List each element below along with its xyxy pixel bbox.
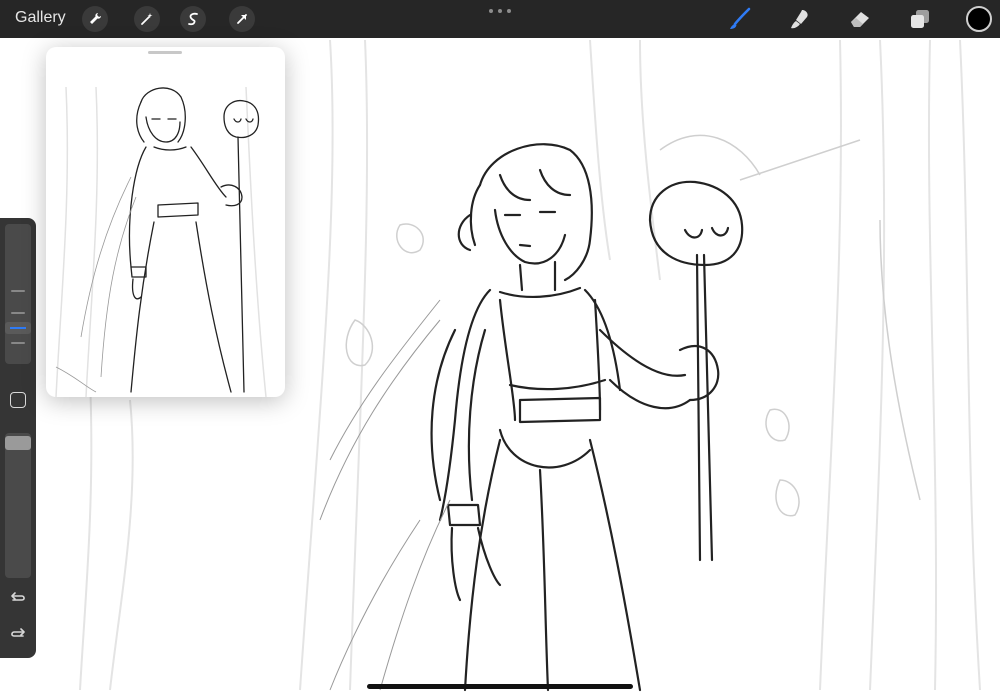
more-options-dots[interactable] — [489, 9, 511, 15]
color-picker-swatch[interactable] — [966, 6, 992, 32]
adjustments-button[interactable] — [134, 6, 160, 32]
reference-image — [55, 86, 267, 397]
gallery-button[interactable]: Gallery — [15, 9, 66, 27]
reference-drag-handle[interactable] — [148, 51, 182, 54]
brush-tool-button[interactable] — [725, 4, 755, 34]
layers-icon — [911, 10, 929, 28]
modify-button[interactable] — [10, 392, 26, 408]
magic-wand-icon — [141, 13, 153, 25]
redo-icon — [11, 628, 25, 637]
size-tick — [11, 342, 25, 344]
wrench-icon — [90, 13, 101, 24]
left-sidebar — [0, 218, 36, 658]
opacity-thumb[interactable] — [5, 436, 31, 450]
brush-icon — [730, 7, 751, 29]
layers-button[interactable] — [905, 4, 935, 34]
undo-button[interactable] — [8, 589, 28, 609]
smudge-icon — [791, 10, 808, 29]
eraser-tool-button[interactable] — [845, 4, 875, 34]
smudge-tool-button[interactable] — [785, 4, 815, 34]
selection-button[interactable] — [180, 6, 206, 32]
size-tick — [11, 312, 25, 314]
home-indicator[interactable] — [367, 684, 633, 689]
redo-button[interactable] — [8, 625, 28, 645]
opacity-slider[interactable] — [5, 433, 31, 578]
undo-icon — [11, 592, 25, 601]
actions-button[interactable] — [82, 6, 108, 32]
transform-button[interactable] — [229, 6, 255, 32]
transform-arrow-icon — [237, 14, 247, 24]
reference-window[interactable] — [46, 47, 285, 397]
selection-icon — [188, 12, 198, 26]
brush-size-slider[interactable] — [5, 224, 31, 364]
top-toolbar: Gallery — [0, 0, 1000, 38]
eraser-icon — [851, 12, 869, 27]
size-tick — [11, 290, 25, 292]
brush-size-thumb[interactable] — [5, 322, 31, 334]
